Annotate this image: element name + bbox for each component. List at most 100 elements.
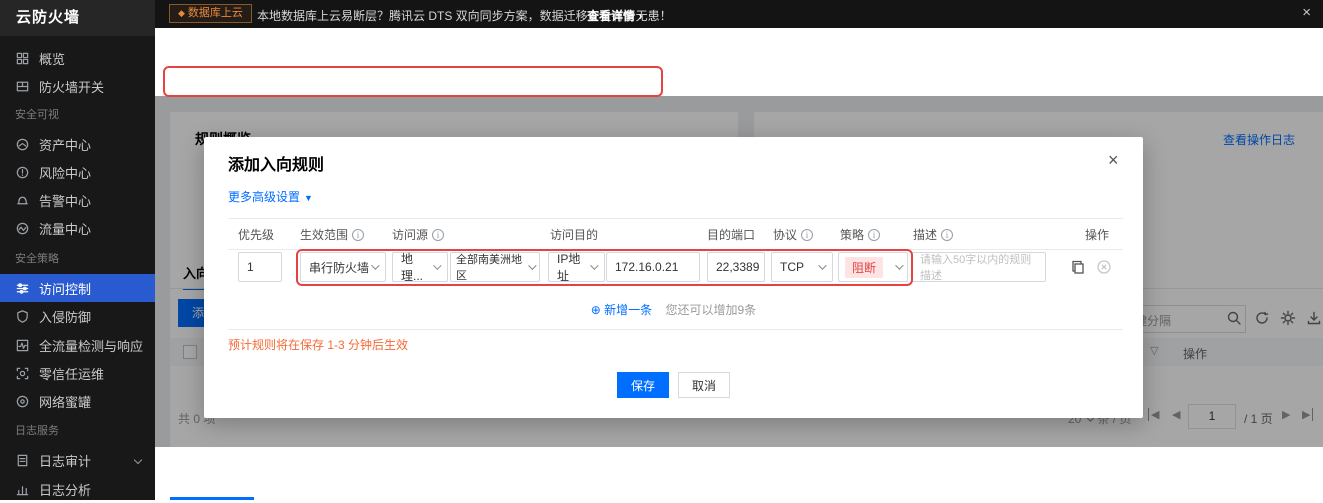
chevron-down-icon	[134, 456, 142, 464]
sidebar-item-overview[interactable]: 概览	[0, 44, 155, 72]
sidebar-item-alert-center[interactable]: 告警中心	[0, 186, 155, 214]
sidebar-item-label: 风险中心	[39, 163, 91, 182]
divider	[228, 249, 1123, 250]
grid-icon	[15, 51, 30, 66]
copy-icon[interactable]	[1070, 259, 1086, 275]
document-icon	[15, 453, 30, 468]
delete-icon[interactable]	[1096, 259, 1112, 275]
honeypot-icon	[15, 394, 30, 409]
chevron-down-icon	[590, 261, 598, 269]
dest-type-select[interactable]: IP地址	[548, 252, 605, 282]
sidebar-item-label: 资产中心	[39, 135, 91, 154]
col-destination: 访问目的	[550, 226, 598, 243]
sidebar-section-security-policy: 安全策略	[0, 248, 155, 270]
banner-badge-label: 数据库上云	[188, 7, 243, 19]
scope-select[interactable]: 串行防火墙	[300, 252, 386, 282]
col-source: 访问源	[392, 226, 444, 243]
add-one-more-label: 新增一条	[604, 303, 652, 317]
sidebar-item-label: 全流量检测与响应	[39, 336, 143, 355]
sidebar-item-honeypot[interactable]: 网络蜜罐	[0, 387, 155, 415]
description-input[interactable]: 请输入50字以内的规则描述	[911, 252, 1046, 282]
advanced-settings-link[interactable]: 更多高级设置 ▼	[228, 188, 313, 205]
sidebar-item-ntdr[interactable]: 全流量检测与响应	[0, 331, 155, 359]
traffic-icon	[15, 221, 30, 236]
promo-banner: ◆数据库上云 本地数据库上云易断层？腾讯云 DTS 双向同步方案，数据迁移安全有…	[155, 0, 1323, 28]
save-button[interactable]: 保存	[617, 372, 669, 398]
add-one-more-link[interactable]: ⊕ 新增一条	[591, 303, 652, 317]
info-icon[interactable]	[941, 229, 953, 241]
product-logo: 云防火墙	[0, 0, 155, 36]
description-placeholder: 请输入50字以内的规则描述	[920, 251, 1037, 283]
sliders-icon	[15, 281, 30, 296]
plus-circle-icon: ⊕	[591, 303, 601, 317]
pulse-box-icon	[15, 338, 30, 353]
sidebar-item-log-audit[interactable]: 日志审计	[0, 446, 155, 474]
sidebar-section-log-service: 日志服务	[0, 420, 155, 442]
col-policy: 策略	[840, 226, 880, 243]
sidebar-item-intrusion-defense[interactable]: 入侵防御	[0, 302, 155, 330]
sidebar-item-firewall-switch[interactable]: 防火墙开关	[0, 72, 155, 100]
chevron-down-icon	[818, 261, 826, 269]
col-port: 目的端口	[707, 226, 755, 243]
chevron-down-icon	[895, 261, 903, 269]
dialog-footer: 保存 取消	[204, 372, 1143, 398]
col-operation: 操作	[1085, 226, 1109, 243]
info-icon[interactable]	[432, 229, 444, 241]
sidebar-item-risk-center[interactable]: 风险中心	[0, 158, 155, 186]
info-icon[interactable]	[868, 229, 880, 241]
protocol-select[interactable]: TCP	[771, 252, 833, 282]
source-value-select[interactable]: 全部南美洲地区	[450, 252, 540, 282]
sidebar: 云防火墙 概览 防火墙开关 安全可视 资产中心 风险中心 告警中心 流量中心 安…	[0, 0, 155, 500]
asset-icon	[15, 137, 30, 152]
chevron-down-icon	[371, 261, 379, 269]
chevron-down-icon	[528, 261, 536, 269]
switch-icon	[15, 79, 30, 94]
dialog-title: 添加入向规则	[228, 151, 324, 175]
sidebar-item-label: 日志分析	[39, 480, 91, 499]
info-icon[interactable]	[352, 229, 364, 241]
block-policy-badge: 阻断	[845, 257, 883, 278]
sidebar-item-label: 告警中心	[39, 191, 91, 210]
sidebar-item-zero-trust[interactable]: 零信任运维	[0, 359, 155, 387]
info-icon[interactable]	[801, 229, 813, 241]
col-protocol: 协议	[773, 226, 813, 243]
bell-icon	[15, 193, 30, 208]
sidebar-item-label: 入侵防御	[39, 307, 91, 326]
sidebar-item-label: 防火墙开关	[39, 77, 104, 96]
scan-icon	[15, 366, 30, 381]
bar-chart-icon	[15, 482, 30, 497]
close-icon[interactable]: ×	[1302, 4, 1311, 21]
col-priority: 优先级	[238, 226, 274, 243]
source-type-select[interactable]: 地理...	[392, 252, 448, 282]
sidebar-item-asset-center[interactable]: 资产中心	[0, 130, 155, 158]
page-header	[155, 28, 1323, 96]
effect-time-note: 预计规则将在保存 1-3 分钟后生效	[228, 336, 408, 353]
divider	[228, 218, 1123, 219]
add-row-area: ⊕ 新增一条 您还可以增加9条	[204, 301, 1143, 318]
banner-detail-link[interactable]: 查看详情 ›	[587, 7, 642, 24]
banner-badge: ◆数据库上云	[169, 4, 252, 23]
sidebar-item-label: 日志审计	[39, 451, 91, 470]
sidebar-item-label: 访问控制	[39, 279, 91, 298]
flame-icon: ◆	[178, 8, 185, 18]
priority-input[interactable]: 1	[238, 252, 282, 282]
sidebar-section-security-visibility: 安全可视	[0, 104, 155, 126]
close-icon[interactable]: ×	[1108, 150, 1119, 171]
col-description: 描述	[913, 226, 953, 243]
risk-icon	[15, 165, 30, 180]
sidebar-item-access-control[interactable]: 访问控制	[0, 274, 155, 302]
cancel-button[interactable]: 取消	[678, 372, 730, 398]
policy-select[interactable]: 阻断	[838, 252, 908, 282]
sidebar-item-label: 网络蜜罐	[39, 392, 91, 411]
advanced-settings-label: 更多高级设置	[228, 190, 300, 204]
dest-value-input[interactable]: 172.16.0.21	[606, 252, 700, 282]
shield-icon	[15, 309, 30, 324]
add-row-hint: 您还可以增加9条	[666, 303, 757, 317]
port-input[interactable]: 22,3389	[707, 252, 765, 282]
sidebar-item-label: 概览	[39, 49, 65, 68]
sidebar-item-traffic-center[interactable]: 流量中心	[0, 214, 155, 242]
caret-down-icon: ▼	[304, 193, 313, 203]
sidebar-item-label: 流量中心	[39, 219, 91, 238]
sidebar-item-label: 零信任运维	[39, 364, 104, 383]
sidebar-item-log-analysis[interactable]: 日志分析	[0, 475, 155, 503]
